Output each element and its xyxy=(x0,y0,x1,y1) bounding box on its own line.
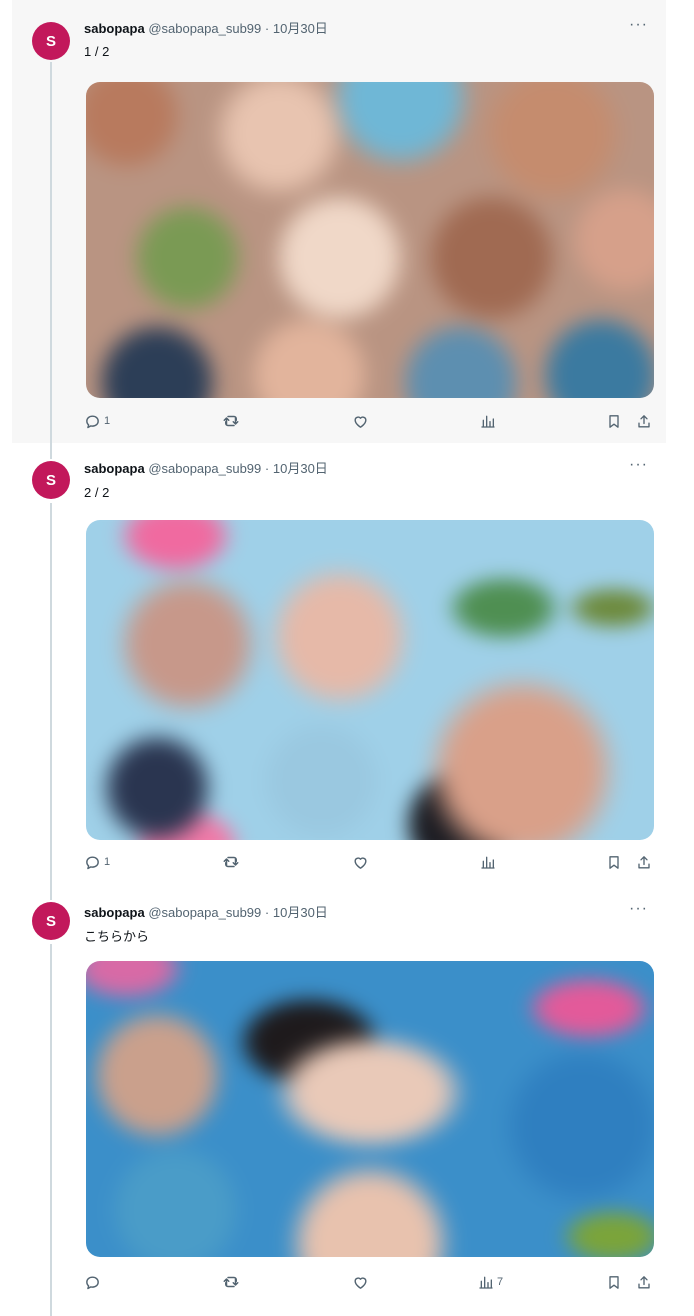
tweet-actions: 7 xyxy=(84,1271,654,1293)
retweet-button[interactable] xyxy=(222,1271,240,1293)
more-options-button[interactable]: ··· xyxy=(629,900,648,918)
share-icon xyxy=(638,1275,650,1288)
share-icon xyxy=(638,414,650,427)
tweet-text: こちらから xyxy=(84,929,150,944)
bookmark-button[interactable] xyxy=(606,410,622,432)
reply-count: 1 xyxy=(104,856,111,868)
author-handle[interactable]: @sabopapa_sub99 xyxy=(148,905,261,920)
more-options-button[interactable]: ··· xyxy=(629,16,648,34)
tweet-header: sabopapa @sabopapa_sub99 · 10月30日 xyxy=(84,20,328,38)
heart-icon xyxy=(354,856,367,869)
avatar[interactable]: S xyxy=(32,22,70,60)
separator: · xyxy=(264,905,270,920)
separator: · xyxy=(264,21,270,36)
views-button[interactable]: 7 xyxy=(478,1271,503,1293)
author-name[interactable]: sabopapa xyxy=(84,461,145,476)
tweet-2[interactable]: S sabopapa @sabopapa_sub99 · 10月30日 ··· … xyxy=(12,443,666,888)
like-button[interactable] xyxy=(352,1271,369,1293)
tweet-text: 1 / 2 xyxy=(84,44,110,59)
more-options-button[interactable]: ··· xyxy=(629,456,648,474)
author-handle[interactable]: @sabopapa_sub99 xyxy=(148,21,261,36)
retweet-icon xyxy=(223,1276,239,1288)
bookmark-icon xyxy=(609,1275,619,1289)
retweet-button[interactable] xyxy=(222,851,240,873)
bookmark-icon xyxy=(609,414,619,428)
timestamp[interactable]: 10月30日 xyxy=(273,461,328,476)
bookmark-button[interactable] xyxy=(606,851,622,873)
reply-count: 1 xyxy=(104,415,111,427)
thread-line xyxy=(50,888,52,900)
tweet-feed: S sabopapa @sabopapa_sub99 · 10月30日 ··· … xyxy=(0,0,694,1316)
analytics-icon xyxy=(481,415,495,428)
reply-icon xyxy=(86,855,99,869)
retweet-button[interactable] xyxy=(222,410,240,432)
separator: · xyxy=(264,461,270,476)
reply-button[interactable]: 1 xyxy=(84,410,110,432)
tweet-media-image[interactable] xyxy=(86,961,654,1257)
tweet-media-image[interactable] xyxy=(86,82,654,398)
reply-button[interactable] xyxy=(84,1271,104,1293)
retweet-icon xyxy=(223,856,239,868)
tweet-3[interactable]: S sabopapa @sabopapa_sub99 · 10月30日 ··· … xyxy=(12,888,666,1316)
thread-line xyxy=(50,944,52,1316)
views-button[interactable] xyxy=(480,851,499,873)
timestamp[interactable]: 10月30日 xyxy=(273,21,328,36)
reply-button[interactable]: 1 xyxy=(84,851,110,873)
share-button[interactable] xyxy=(636,410,652,432)
tweet-actions: 1 xyxy=(84,851,654,873)
views-button[interactable] xyxy=(480,410,499,432)
tweet-header: sabopapa @sabopapa_sub99 · 10月30日 xyxy=(84,904,328,922)
tweet-media-image[interactable] xyxy=(86,520,654,840)
author-name[interactable]: sabopapa xyxy=(84,905,145,920)
like-button[interactable] xyxy=(352,410,369,432)
tweet-header: sabopapa @sabopapa_sub99 · 10月30日 xyxy=(84,460,328,478)
thread-line xyxy=(50,62,52,443)
reply-icon xyxy=(86,1275,99,1289)
bookmark-button[interactable] xyxy=(606,1271,622,1293)
like-button[interactable] xyxy=(352,851,369,873)
heart-icon xyxy=(354,1276,367,1289)
author-name[interactable]: sabopapa xyxy=(84,21,145,36)
tweet-actions: 1 xyxy=(84,410,654,432)
heart-icon xyxy=(354,415,367,428)
analytics-icon xyxy=(481,856,495,869)
tweet-1[interactable]: S sabopapa @sabopapa_sub99 · 10月30日 ··· … xyxy=(12,0,666,443)
share-icon xyxy=(638,855,650,868)
thread-line xyxy=(50,443,52,459)
author-handle[interactable]: @sabopapa_sub99 xyxy=(148,461,261,476)
share-button[interactable] xyxy=(636,851,652,873)
share-button[interactable] xyxy=(636,1271,652,1293)
bookmark-icon xyxy=(609,855,619,869)
reply-icon xyxy=(86,414,99,428)
avatar[interactable]: S xyxy=(32,461,70,499)
analytics-icon xyxy=(479,1276,493,1289)
timestamp[interactable]: 10月30日 xyxy=(273,905,328,920)
avatar[interactable]: S xyxy=(32,902,70,940)
tweet-text: 2 / 2 xyxy=(84,485,110,500)
retweet-icon xyxy=(223,415,239,427)
view-count: 7 xyxy=(497,1276,504,1288)
thread-line xyxy=(50,503,52,888)
